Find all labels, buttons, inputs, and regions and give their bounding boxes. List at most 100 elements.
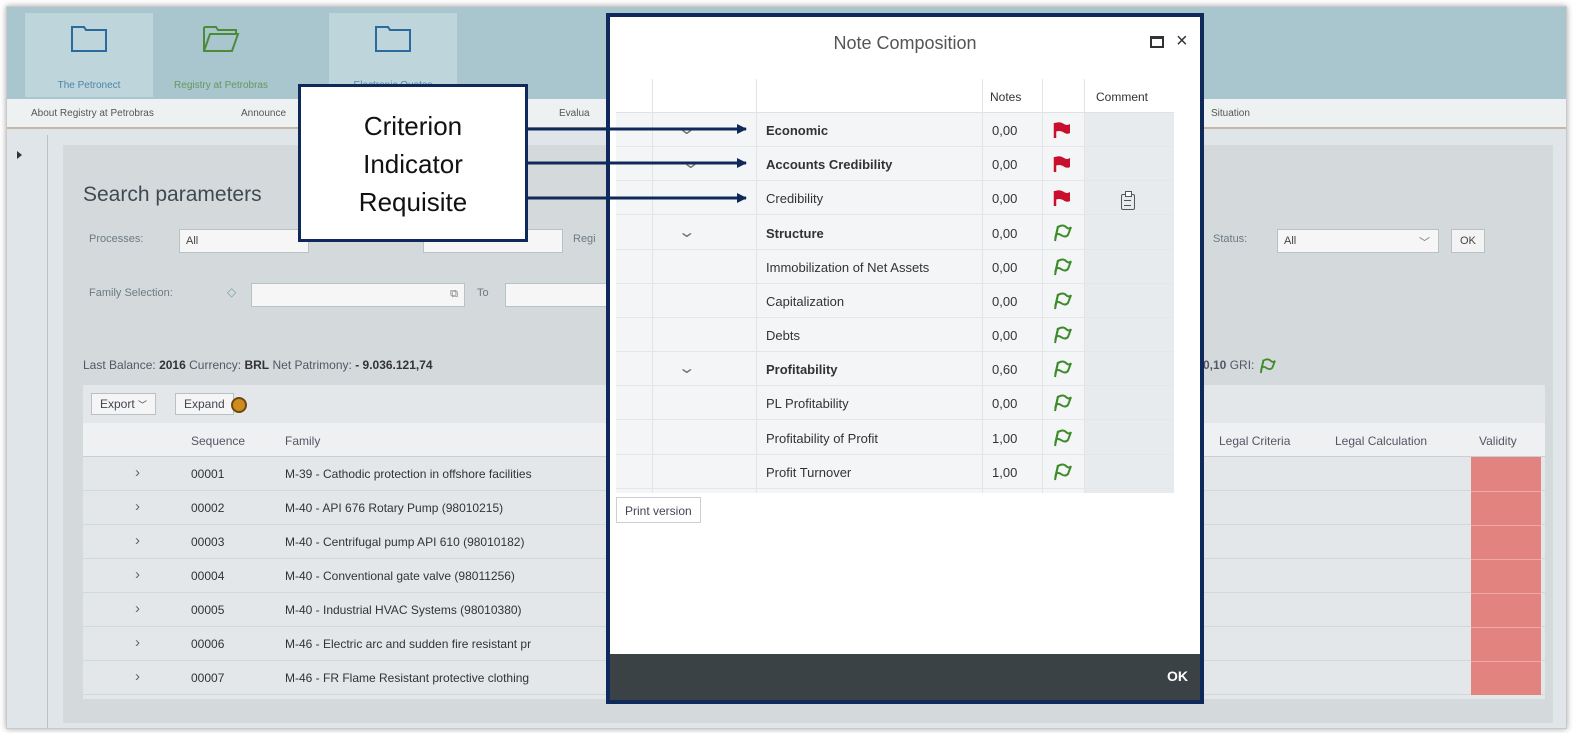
subnav-about-registry[interactable]: About Registry at Petrobras [31, 108, 154, 119]
collapse-chevron-icon[interactable]: ⌄ [681, 153, 700, 173]
row-sequence: 00001 [191, 467, 225, 481]
row-sequence: 00004 [191, 569, 225, 583]
note-row-value: 0,00 [992, 293, 1018, 309]
note-row-label: Structure [766, 225, 824, 241]
callout-indicator: Indicator [363, 149, 463, 179]
note-row[interactable]: Immobilization of Net Assets 0,00 [616, 250, 1174, 284]
note-table-header: Notes Comment [616, 79, 1174, 113]
green-flag-icon [1054, 429, 1072, 446]
screenshot-frame: The Petronect Registry at Petrobras Elec… [6, 6, 1567, 729]
row-sequence: 00002 [191, 501, 225, 515]
note-row-value: 0,00 [992, 396, 1018, 412]
note-row-label: Economic [766, 123, 829, 138]
green-flag-icon [1054, 258, 1072, 275]
refresh-icon[interactable] [231, 397, 247, 413]
search-parameters-title: Search parameters [83, 183, 262, 206]
validity-column-cells [1471, 457, 1541, 695]
note-row[interactable]: ⌄ Accounts Credibility 0,00 [616, 147, 1174, 182]
header-notes: Notes [990, 90, 1022, 104]
note-row-value: 1,00 [992, 464, 1018, 480]
chevron-right-icon[interactable]: › [135, 634, 140, 651]
collapse-chevron-icon[interactable]: ⌄ [677, 358, 696, 378]
note-row[interactable]: ⌄ Economic 0,00 [616, 113, 1174, 147]
family-from-input[interactable]: ⧉ [251, 283, 465, 307]
last-balance-label: Last Balance: [83, 358, 156, 372]
note-row-value: 0,00 [992, 191, 1018, 207]
status-label: Status: [1213, 233, 1248, 245]
chevron-right-icon[interactable]: › [135, 532, 140, 549]
note-row[interactable]: Capitalization 0,00 [616, 284, 1174, 318]
subnav-evaluation[interactable]: Evalua [559, 108, 590, 119]
note-row-label: Credibility [766, 191, 824, 207]
note-row-value: 1,00 [992, 430, 1018, 446]
row-family: M-40 - Centrifugal pump API 610 (9801018… [285, 535, 525, 549]
chevron-right-icon[interactable]: › [135, 600, 140, 617]
green-flag-icon [1054, 360, 1072, 378]
row-sequence: 00005 [191, 603, 225, 617]
expand-sidebar-icon[interactable] [17, 151, 22, 159]
status-select[interactable]: All ﹀ [1277, 229, 1439, 253]
currency-label: Currency: [189, 358, 242, 372]
maximize-icon[interactable] [1150, 36, 1164, 48]
collapse-chevron-icon[interactable]: ⌄ [677, 222, 696, 242]
folder-icon [70, 23, 108, 53]
processes-label: Processes: [89, 233, 144, 245]
header-family[interactable]: Family [285, 434, 320, 448]
note-row[interactable]: Profitability of Profit 1,00 [616, 421, 1174, 455]
chevron-right-icon[interactable]: › [135, 566, 140, 583]
note-table: Notes Comment ⌄ Economic 0,00 ⌄ Accounts Cre… [616, 79, 1174, 493]
print-version-button[interactable]: Print version [616, 497, 701, 523]
note-row[interactable]: ⌄ Structure 0,00 [616, 216, 1174, 250]
diamond-icon: ◇ [227, 285, 237, 299]
tab-the-petronect[interactable]: The Petronect [25, 13, 153, 97]
tab-registry-at-petrobras[interactable]: Registry at Petrobras [157, 13, 285, 97]
export-button[interactable]: Export ﹀ [91, 393, 157, 415]
search-ok-button[interactable]: OK [1451, 229, 1485, 253]
row-family: M-40 - Conventional gate valve (98011256… [285, 569, 515, 583]
balance-info: Last Balance: 2016 Currency: BRL Net Pat… [83, 358, 433, 372]
header-validity[interactable]: Validity [1479, 434, 1517, 448]
close-icon[interactable]: × [1176, 31, 1188, 51]
row-family: M-46 - FR Flame Resistant protective clo… [285, 671, 530, 685]
header-legal-criteria[interactable]: Legal Criteria [1219, 434, 1290, 448]
dialog-footer: OK [610, 654, 1200, 700]
chevron-right-icon[interactable]: › [135, 464, 140, 481]
row-family: M-40 - API 676 Rotary Pump (98010215) [285, 501, 504, 515]
divider [1471, 593, 1541, 594]
note-row[interactable]: PL Profitability 0,00 [616, 386, 1174, 421]
note-row-label: Capitalization [766, 293, 845, 309]
note-row[interactable]: Credibility 0,00 [616, 181, 1174, 216]
chevron-right-icon[interactable]: › [135, 498, 140, 515]
row-sequence: 00006 [191, 637, 225, 651]
value-help-icon[interactable]: ⧉ [450, 288, 458, 301]
divider [1471, 661, 1541, 662]
note-row-value: 0,00 [992, 328, 1018, 344]
green-flag-icon [1054, 326, 1072, 344]
note-row-label: PL Profitability [766, 396, 849, 412]
header-legal-calculation[interactable]: Legal Calculation [1335, 434, 1427, 448]
family-selection-label: Family Selection: [89, 287, 173, 299]
note-row-value: 0,00 [992, 225, 1018, 241]
callout-criterion: Criterion [363, 111, 463, 141]
note-row[interactable]: Profit Turnover 1,00 [616, 455, 1174, 489]
dialog-ok-button[interactable]: OK [1167, 668, 1188, 684]
note-row[interactable]: ⌄ Profitability 0,60 [616, 352, 1174, 387]
row-family: M-39 - Cathodic protection in offshore f… [285, 467, 532, 481]
green-flag-icon [1054, 292, 1072, 310]
row-family: M-40 - Industrial HVAC Systems (98010380… [285, 603, 522, 617]
note-row-label: Accounts Credibility [766, 157, 893, 173]
processes-select[interactable]: All [179, 229, 309, 253]
chevron-down-icon: ﹀ [1419, 237, 1430, 249]
folder-icon [374, 23, 412, 53]
subnav-situation[interactable]: Situation [1211, 108, 1250, 119]
chevron-right-icon[interactable]: › [135, 668, 140, 685]
note-row-value: 0,00 [992, 259, 1018, 275]
header-sequence[interactable]: Sequence [191, 434, 245, 448]
note-row-label: Profit Turnover [766, 464, 852, 480]
note-row-value: 0,00 [992, 123, 1018, 138]
subnav-announce[interactable]: Announce [241, 108, 286, 119]
note-row[interactable]: Debts 0,00 [616, 318, 1174, 353]
expand-button[interactable]: Expand [175, 393, 234, 415]
chevron-down-icon: ﹀ [138, 400, 148, 410]
collapse-chevron-icon[interactable]: ⌄ [677, 119, 696, 139]
